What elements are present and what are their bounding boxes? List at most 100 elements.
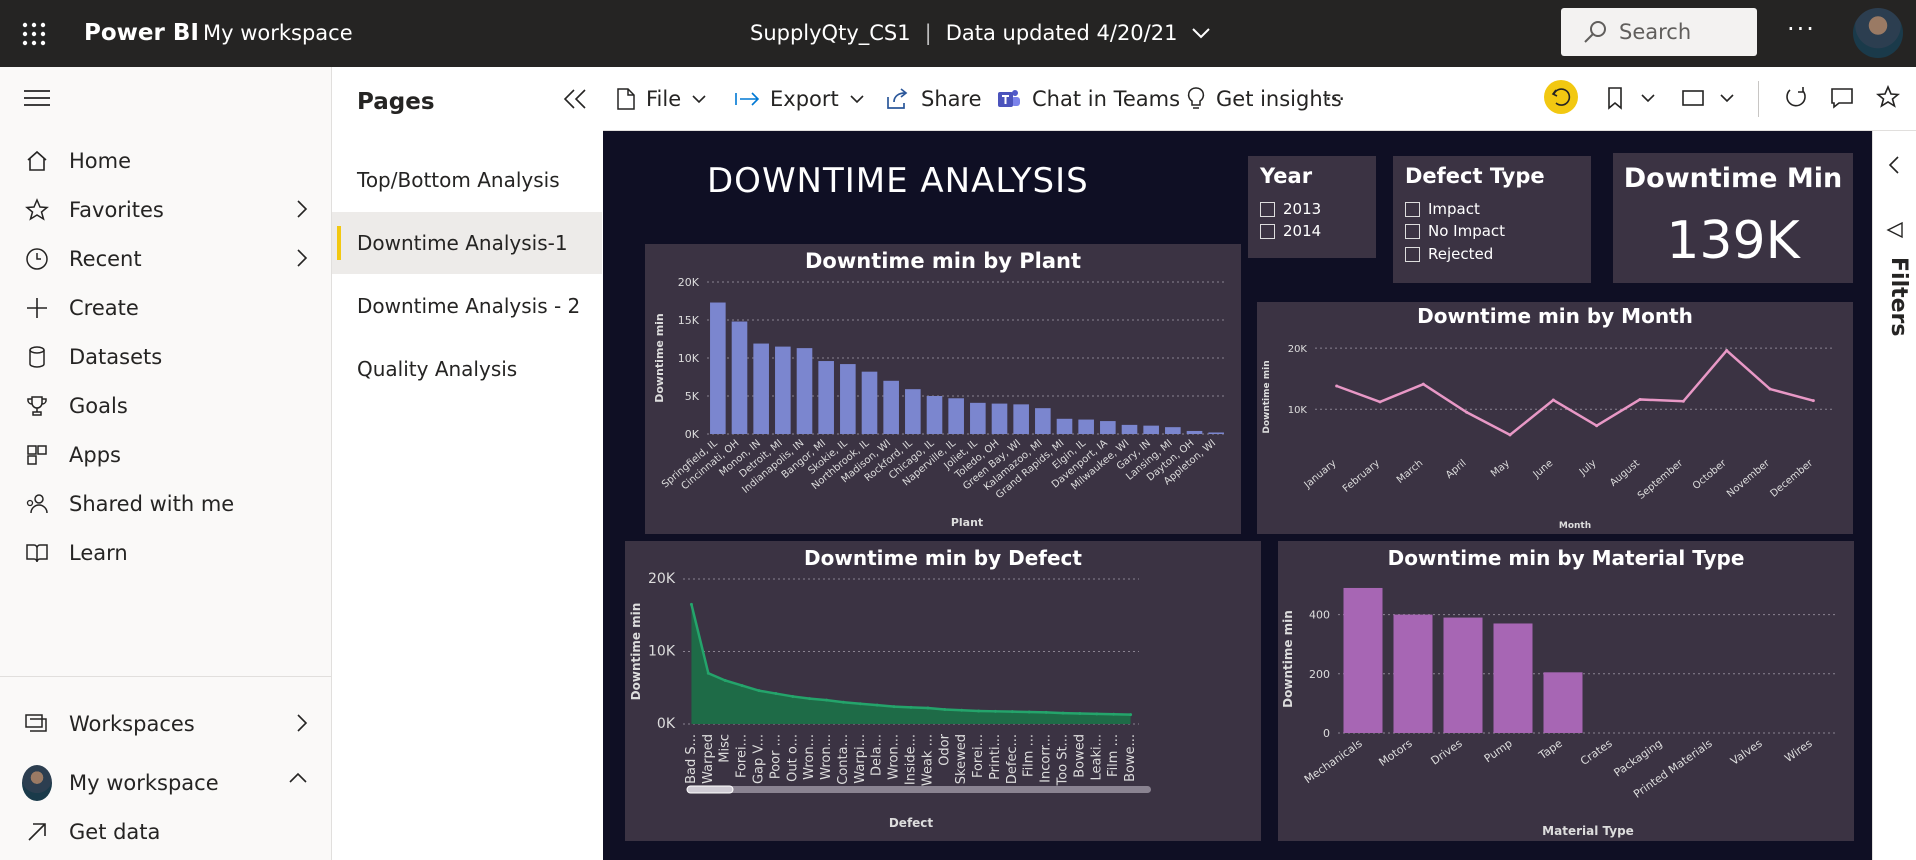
collapse-pane-icon[interactable] bbox=[562, 87, 588, 111]
data-point bbox=[1811, 399, 1815, 403]
y-tick-label: 10K bbox=[648, 644, 676, 660]
x-tick-label: Tape bbox=[1536, 737, 1565, 763]
chat-label: Chat in Teams bbox=[1032, 87, 1181, 111]
filters-pane[interactable]: Filters bbox=[1872, 131, 1916, 860]
page-tab[interactable]: Downtime Analysis - 2 bbox=[332, 275, 602, 337]
bar bbox=[710, 302, 726, 434]
chevron-right-icon[interactable] bbox=[295, 712, 309, 734]
top-bar: Power BI My workspace SupplyQty_CS1 | Da… bbox=[0, 0, 1916, 67]
bar bbox=[905, 389, 921, 434]
checkbox[interactable] bbox=[1405, 246, 1420, 262]
x-tick-label: Defec... bbox=[1005, 734, 1020, 784]
y-axis-label: Downtime min bbox=[1262, 360, 1272, 433]
nav-home[interactable]: Home bbox=[0, 133, 331, 189]
x-tick-label: Gap V... bbox=[752, 734, 767, 784]
checkbox[interactable] bbox=[1260, 223, 1275, 239]
reset-button[interactable] bbox=[1544, 80, 1578, 114]
bar bbox=[840, 364, 856, 434]
slicer-option[interactable]: 2014 bbox=[1260, 222, 1321, 240]
hamburger-icon[interactable] bbox=[24, 89, 50, 111]
kpi-card[interactable]: Downtime Min 139K bbox=[1613, 153, 1853, 283]
data-point bbox=[1465, 410, 1469, 414]
slicer-option[interactable]: Rejected bbox=[1405, 245, 1493, 263]
chart-plant[interactable]: Downtime min by Plant Plant Downtime min 0K… bbox=[645, 244, 1241, 534]
bar bbox=[753, 343, 769, 434]
nav-get-data[interactable]: Get data bbox=[0, 804, 331, 860]
search-input[interactable]: Search bbox=[1561, 8, 1757, 56]
nav-goals[interactable]: Goals bbox=[0, 378, 331, 434]
chevron-right-icon[interactable] bbox=[295, 198, 309, 220]
comment-icon[interactable] bbox=[1830, 86, 1854, 110]
bar bbox=[775, 346, 791, 434]
page-tab-active[interactable]: Downtime Analysis-1 bbox=[332, 212, 602, 274]
page-tab[interactable]: Top/Bottom Analysis bbox=[332, 149, 602, 211]
undo-icon bbox=[1551, 88, 1571, 106]
x-tick-label: Warpi... bbox=[853, 734, 868, 784]
filters-label: Filters bbox=[1886, 257, 1911, 337]
favorite-star-icon[interactable] bbox=[1876, 85, 1900, 109]
x-tick-label: Crates bbox=[1578, 737, 1615, 768]
checkbox[interactable] bbox=[1260, 201, 1275, 217]
file-menu[interactable]: File bbox=[616, 84, 707, 114]
y-axis-label: Downtime min bbox=[1281, 610, 1295, 708]
nav-apps[interactable]: Apps bbox=[0, 427, 331, 483]
refresh-icon[interactable] bbox=[1783, 85, 1809, 111]
brand-logo[interactable]: Power BI bbox=[84, 20, 199, 46]
chart-month[interactable]: Downtime min by Month Month Downtime min 10… bbox=[1257, 302, 1853, 534]
export-menu[interactable]: Export bbox=[734, 84, 865, 114]
nav-favorites[interactable]: Favorites bbox=[0, 182, 331, 238]
data-point bbox=[706, 671, 710, 675]
data-updated-dropdown[interactable]: Data updated 4/20/21 bbox=[946, 21, 1178, 45]
page-tab[interactable]: Quality Analysis bbox=[332, 338, 602, 400]
chevron-down-icon[interactable] bbox=[1640, 93, 1656, 103]
data-point bbox=[960, 708, 964, 712]
data-point bbox=[1129, 713, 1133, 717]
more-options-button[interactable]: ··· bbox=[1325, 84, 1345, 114]
nav-recent[interactable]: Recent bbox=[0, 231, 331, 287]
nav-learn[interactable]: Learn bbox=[0, 525, 331, 581]
chevron-left-icon[interactable] bbox=[1887, 155, 1901, 175]
checkbox[interactable] bbox=[1405, 201, 1420, 217]
x-axis-label: Plant bbox=[951, 516, 983, 529]
y-tick-label: 15K bbox=[678, 314, 700, 327]
bar bbox=[1543, 672, 1583, 733]
nav-datasets[interactable]: Datasets bbox=[0, 329, 331, 385]
chart-defect[interactable]: Downtime min by Defect Defect Downtime min… bbox=[625, 541, 1261, 841]
series-line bbox=[1336, 348, 1814, 437]
view-icon[interactable] bbox=[1681, 88, 1705, 108]
chevron-up-icon[interactable] bbox=[287, 771, 309, 785]
chevron-down-icon[interactable] bbox=[1191, 27, 1211, 39]
y-tick-label: 20K bbox=[648, 571, 676, 587]
slicer-option[interactable]: 2013 bbox=[1260, 200, 1321, 218]
chevron-down-icon[interactable] bbox=[1719, 93, 1735, 103]
chat-in-teams-button[interactable]: Chat in Teams bbox=[996, 84, 1180, 114]
bar bbox=[883, 380, 899, 434]
nav-shared[interactable]: Shared with me bbox=[0, 476, 331, 532]
avatar[interactable] bbox=[1853, 8, 1903, 58]
nav-my-workspace[interactable]: My workspace bbox=[0, 755, 331, 811]
data-point bbox=[943, 708, 947, 711]
more-options-button[interactable]: ··· bbox=[1787, 15, 1816, 43]
book-icon bbox=[26, 544, 48, 563]
x-axis-label: Month bbox=[1559, 521, 1591, 531]
get-insights-button[interactable]: Get insights bbox=[1186, 84, 1342, 114]
slicer-option[interactable]: Impact bbox=[1405, 200, 1480, 218]
data-point bbox=[909, 705, 913, 709]
workspace-link[interactable]: My workspace bbox=[203, 21, 353, 45]
data-point bbox=[825, 698, 829, 702]
data-point bbox=[875, 703, 879, 707]
bookmark-icon[interactable] bbox=[1606, 86, 1624, 110]
slicer-option[interactable]: No Impact bbox=[1405, 222, 1505, 240]
x-tick-label: February bbox=[1341, 458, 1382, 495]
app-launcher-icon[interactable] bbox=[0, 0, 68, 67]
checkbox[interactable] bbox=[1405, 223, 1420, 239]
chevron-right-icon[interactable] bbox=[295, 247, 309, 269]
bar bbox=[1078, 419, 1094, 434]
data-point bbox=[1768, 387, 1772, 391]
nav-create[interactable]: Create bbox=[0, 280, 331, 336]
share-button[interactable]: Share bbox=[885, 84, 982, 114]
nav-workspaces[interactable]: Workspaces bbox=[0, 696, 331, 752]
chart-material[interactable]: Downtime min by Material Type Material Ty… bbox=[1278, 541, 1854, 841]
y-tick-label: 10K bbox=[678, 352, 700, 365]
nav-label: Goals bbox=[69, 394, 128, 418]
